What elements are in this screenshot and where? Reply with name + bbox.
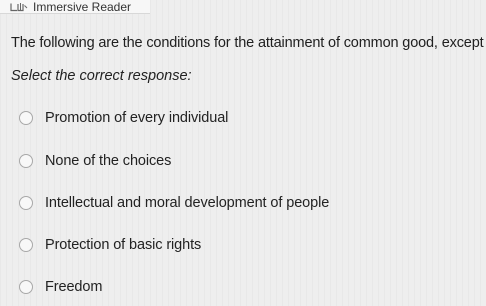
radio-button[interactable] xyxy=(19,238,33,252)
option-label[interactable]: Freedom xyxy=(45,278,102,296)
answer-options: Promotion of every individual None of th… xyxy=(0,0,486,306)
answer-option-intellectual-and-moral-development[interactable]: Intellectual and moral development of pe… xyxy=(19,187,469,219)
option-label[interactable]: Intellectual and moral development of pe… xyxy=(45,194,329,212)
answer-option-freedom[interactable]: Freedom xyxy=(19,271,469,303)
radio-button[interactable] xyxy=(19,196,33,210)
answer-option-protection-of-basic-rights[interactable]: Protection of basic rights xyxy=(19,229,469,261)
answer-option-none-of-the-choices[interactable]: None of the choices xyxy=(19,145,469,177)
option-label[interactable]: Promotion of every individual xyxy=(45,109,228,127)
radio-button[interactable] xyxy=(19,280,33,294)
quiz-page: Immersive Reader The following are the c… xyxy=(0,0,486,306)
radio-button[interactable] xyxy=(19,154,33,168)
answer-option-promotion-of-every-individual[interactable]: Promotion of every individual xyxy=(19,102,469,134)
option-label[interactable]: None of the choices xyxy=(45,152,171,170)
option-label[interactable]: Protection of basic rights xyxy=(45,236,201,254)
radio-button[interactable] xyxy=(19,111,33,125)
